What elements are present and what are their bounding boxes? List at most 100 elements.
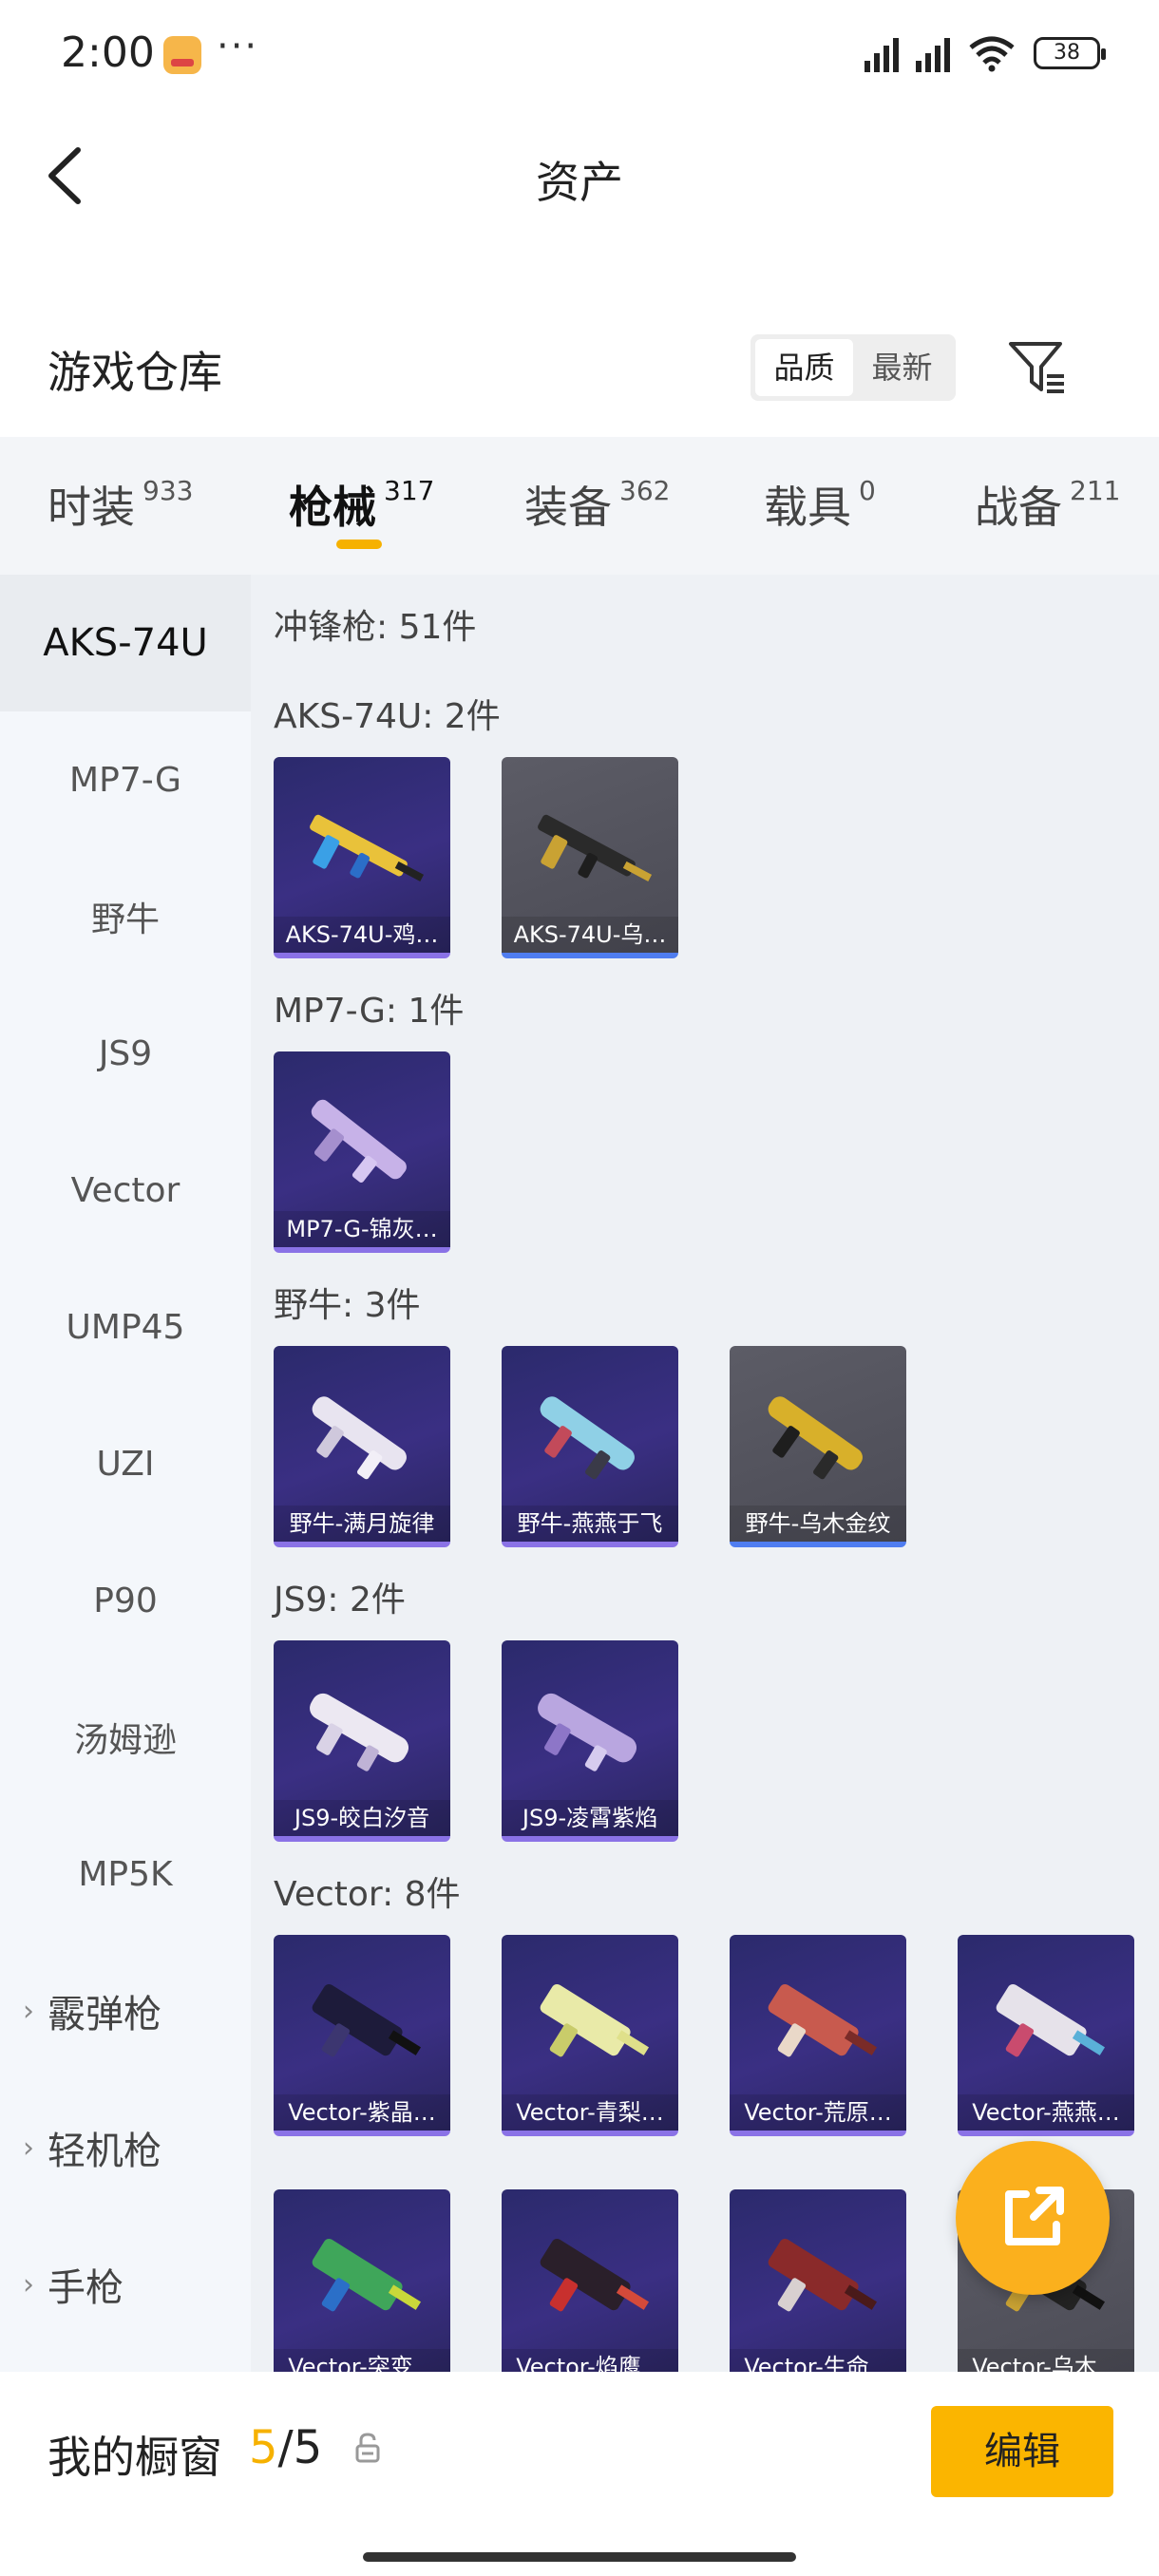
weapon-card[interactable]: Vector-紫晶…: [274, 1935, 450, 2136]
weapon-image: [310, 814, 425, 881]
weapon-card[interactable]: AKS-74U-乌…: [502, 757, 678, 958]
tab-fashion[interactable]: 时装 933: [48, 473, 193, 536]
weapon-card[interactable]: Vector-生命…: [730, 2189, 906, 2372]
weapon-image: [311, 1099, 407, 1183]
weapon-image: [538, 1693, 637, 1771]
weapon-card[interactable]: MP7-G-锦灰…: [274, 1051, 450, 1253]
tab-label: 载具: [764, 482, 851, 533]
showcase-current: 5: [249, 2421, 278, 2474]
sidebar-item-mp5k[interactable]: MP5K: [0, 1806, 251, 1942]
sidebar-item-bison[interactable]: 野牛: [0, 848, 251, 985]
weapon-card-name: Vector-突变…: [274, 2349, 450, 2372]
page-title: 资产: [536, 157, 623, 208]
share-button[interactable]: [956, 2141, 1110, 2295]
sort-quality-button[interactable]: 品质: [755, 339, 853, 396]
weapon-card[interactable]: JS9-皎白汐音: [274, 1640, 450, 1842]
tab-count: 933: [142, 475, 194, 506]
weapon-card[interactable]: Vector-荒原…: [730, 1935, 906, 2136]
tab-count: 211: [1070, 475, 1121, 506]
sort-toggle: 品质 最新: [750, 334, 956, 401]
weapon-card[interactable]: Vector-燕燕…: [958, 1935, 1134, 2136]
weapon-image: [312, 1984, 422, 2057]
sidebar-item-js9[interactable]: JS9: [0, 985, 251, 1122]
sidebar-group-lmg[interactable]: › 轻机枪: [0, 2079, 251, 2216]
chevron-right-icon: ›: [23, 1994, 34, 2028]
weapon-card-name: Vector-燕燕…: [958, 2094, 1134, 2131]
group-label: Vector: 8件: [274, 1875, 461, 1914]
weapon-card-name: AKS-74U-鸡…: [274, 917, 450, 953]
weapon-card[interactable]: Vector-青梨…: [502, 1935, 678, 2136]
tab-supplies[interactable]: 战备 211: [975, 473, 1120, 536]
edit-button[interactable]: 编辑: [931, 2406, 1113, 2497]
tab-vehicles[interactable]: 载具 0: [764, 473, 876, 536]
weapon-card-name: Vector-青梨…: [502, 2094, 678, 2131]
tab-equipment[interactable]: 装备 362: [524, 473, 670, 536]
weapon-card-name: JS9-皎白汐音: [274, 1800, 450, 1836]
showcase-total: /5: [277, 2421, 323, 2474]
tab-label: 装备: [524, 482, 612, 533]
sidebar-group-label: 霰弹枪: [48, 1993, 162, 2036]
group-label: 野牛: 3件: [274, 1286, 421, 1325]
sidebar-group-pistol[interactable]: › 手枪: [0, 2216, 251, 2353]
sidebar-item-p90[interactable]: P90: [0, 1532, 251, 1669]
weapon-card[interactable]: 野牛-燕燕于飞: [502, 1346, 678, 1547]
tab-firearms[interactable]: 枪械 317: [289, 473, 434, 536]
signal-hd-2-icon: [916, 34, 950, 72]
home-indicator[interactable]: [363, 2552, 796, 2562]
group-label: JS9: 2件: [274, 1581, 406, 1619]
status-bar: 2:00 ··· 38: [0, 0, 1159, 112]
weapon-card-name: 野牛-乌木金纹: [730, 1506, 906, 1542]
showcase-count: 5/5: [249, 2421, 322, 2474]
weapon-image: [538, 814, 653, 881]
chevron-right-icon: ›: [23, 2131, 34, 2165]
sidebar-item-uzi[interactable]: UZI: [0, 1395, 251, 1532]
lock-icon: [355, 2433, 380, 2463]
weapon-card-name: Vector-焰鹰…: [502, 2349, 678, 2372]
weapon-card-name: 野牛-燕燕于飞: [502, 1506, 678, 1542]
weapon-card-name: JS9-凌霄紫焰: [502, 1800, 678, 1836]
tab-count: 317: [384, 475, 435, 506]
filter-icon[interactable]: [1007, 338, 1068, 395]
weapon-grid: 冲锋枪: 51件 AKS-74U: 2件 AKS-74U-鸡… AKS-74U-…: [251, 575, 1159, 2372]
weapon-card-name: Vector-紫晶…: [274, 2094, 450, 2131]
weapon-card-name: Vector-生命…: [730, 2349, 906, 2372]
showcase-label: 我的橱窗: [48, 2432, 222, 2483]
sidebar-item-aks74u[interactable]: AKS-74U: [0, 575, 251, 711]
weapon-card[interactable]: 野牛-乌木金纹: [730, 1346, 906, 1547]
weapon-image: [540, 2239, 650, 2312]
sidebar-item-thompson[interactable]: 汤姆逊: [0, 1669, 251, 1806]
weapon-image: [310, 1693, 409, 1771]
sidebar-item-vector[interactable]: Vector: [0, 1122, 251, 1259]
weapon-image: [768, 2239, 878, 2312]
weapon-card[interactable]: AKS-74U-鸡…: [274, 757, 450, 958]
share-icon: [1005, 2187, 1064, 2245]
sidebar-item-mp7g[interactable]: MP7-G: [0, 711, 251, 848]
group-label: AKS-74U: 2件: [274, 697, 501, 736]
sort-newest-button[interactable]: 最新: [853, 339, 951, 396]
weapon-card[interactable]: Vector-突变…: [274, 2189, 450, 2372]
weapon-image: [768, 1984, 878, 2057]
tab-count: 362: [619, 475, 671, 506]
weapon-card[interactable]: Vector-焰鹰…: [502, 2189, 678, 2372]
status-indicators: 38: [864, 34, 1106, 72]
weapon-image: [540, 1984, 650, 2057]
sidebar-item-ump45[interactable]: UMP45: [0, 1259, 251, 1395]
weapon-card[interactable]: JS9-凌霄紫焰: [502, 1640, 678, 1842]
category-tabs: 时装 933 枪械 317 装备 362 载具 0 战备 211: [0, 437, 1159, 575]
signal-hd-icon: [864, 34, 899, 72]
more-notifications-icon: ···: [217, 25, 259, 68]
weapon-sidebar: AKS-74U MP7-G 野牛 JS9 Vector UMP45 UZI P9…: [0, 575, 251, 2372]
weapon-card-name: AKS-74U-乌…: [502, 917, 678, 953]
weapon-image: [312, 1396, 407, 1480]
weapon-image: [768, 1396, 863, 1480]
weapon-card[interactable]: 野牛-满月旋律: [274, 1346, 450, 1547]
weapon-image: [312, 2239, 422, 2312]
status-time: 2:00: [61, 28, 155, 77]
warehouse-title: 游戏仓库: [48, 347, 222, 398]
weapon-card-name: Vector-荒原…: [730, 2094, 906, 2131]
app-notification-icon: [163, 36, 201, 74]
tab-label: 枪械: [289, 482, 376, 533]
weapon-image: [540, 1396, 635, 1480]
group-label: MP7-G: 1件: [274, 992, 465, 1031]
sidebar-group-shotgun[interactable]: › 霰弹枪: [0, 1942, 251, 2079]
